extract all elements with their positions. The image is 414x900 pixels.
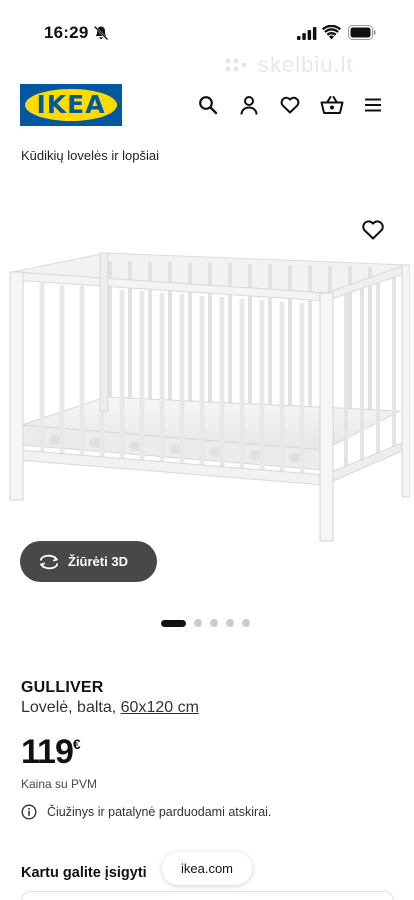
ikea-logo[interactable]: IKEA [20,84,122,126]
carousel-dot[interactable] [226,619,234,627]
logo-text: IKEA [36,90,106,119]
rotate-3d-icon [40,554,58,569]
add-to-favourites-icon[interactable] [361,218,385,242]
vat-note: Kaina su PVM [21,777,98,791]
product-type: Lovelė, balta, [21,699,117,716]
cellular-signal-icon [297,27,317,40]
breadcrumb[interactable]: Kūdikių lovelės ir lopšiai [21,148,159,163]
product-image[interactable] [6,245,410,545]
product-size-link[interactable]: 60x120 cm [121,699,199,716]
battery-icon [348,25,376,40]
browser-url-bar[interactable]: ikea.com [162,852,252,885]
wifi-icon [322,25,341,40]
product-description: Lovelė, balta, 60x120 cm [21,699,199,717]
favourites-icon[interactable] [280,95,300,115]
price-currency: € [72,736,81,752]
site-header: IKEA [0,80,414,130]
product-name: GULLIVER [21,679,104,696]
status-bar: 16:29 skelbiu.lt [0,0,414,77]
user-icon[interactable] [239,95,259,115]
carousel-dot[interactable] [161,619,186,627]
watermark-logo-icon [225,58,247,72]
bell-mute-icon [93,25,109,41]
menu-icon[interactable] [363,95,383,115]
basket-icon[interactable] [320,95,344,115]
status-time: 16:29 [44,23,89,42]
view-3d-button[interactable]: Žiūrėti 3D [20,541,157,582]
carousel-dot[interactable] [210,619,218,627]
info-icon [21,804,37,820]
view-3d-label: Žiūrėti 3D [68,554,128,569]
buy-together-heading: Kartu galite įsigyti [21,865,147,881]
notice-text: Čiužinys ir patalynė parduodami atskirai… [47,805,272,819]
product-price: 119€ [21,733,81,772]
price-integer: 119 [21,733,74,771]
watermark: skelbiu.lt [258,52,354,77]
recommendation-card[interactable] [21,891,394,900]
carousel-indicator [161,619,258,627]
carousel-dot[interactable] [194,619,202,627]
carousel-dot[interactable] [242,619,250,627]
search-icon[interactable] [198,95,218,115]
product-notice: Čiužinys ir patalynė parduodami atskirai… [21,804,271,820]
